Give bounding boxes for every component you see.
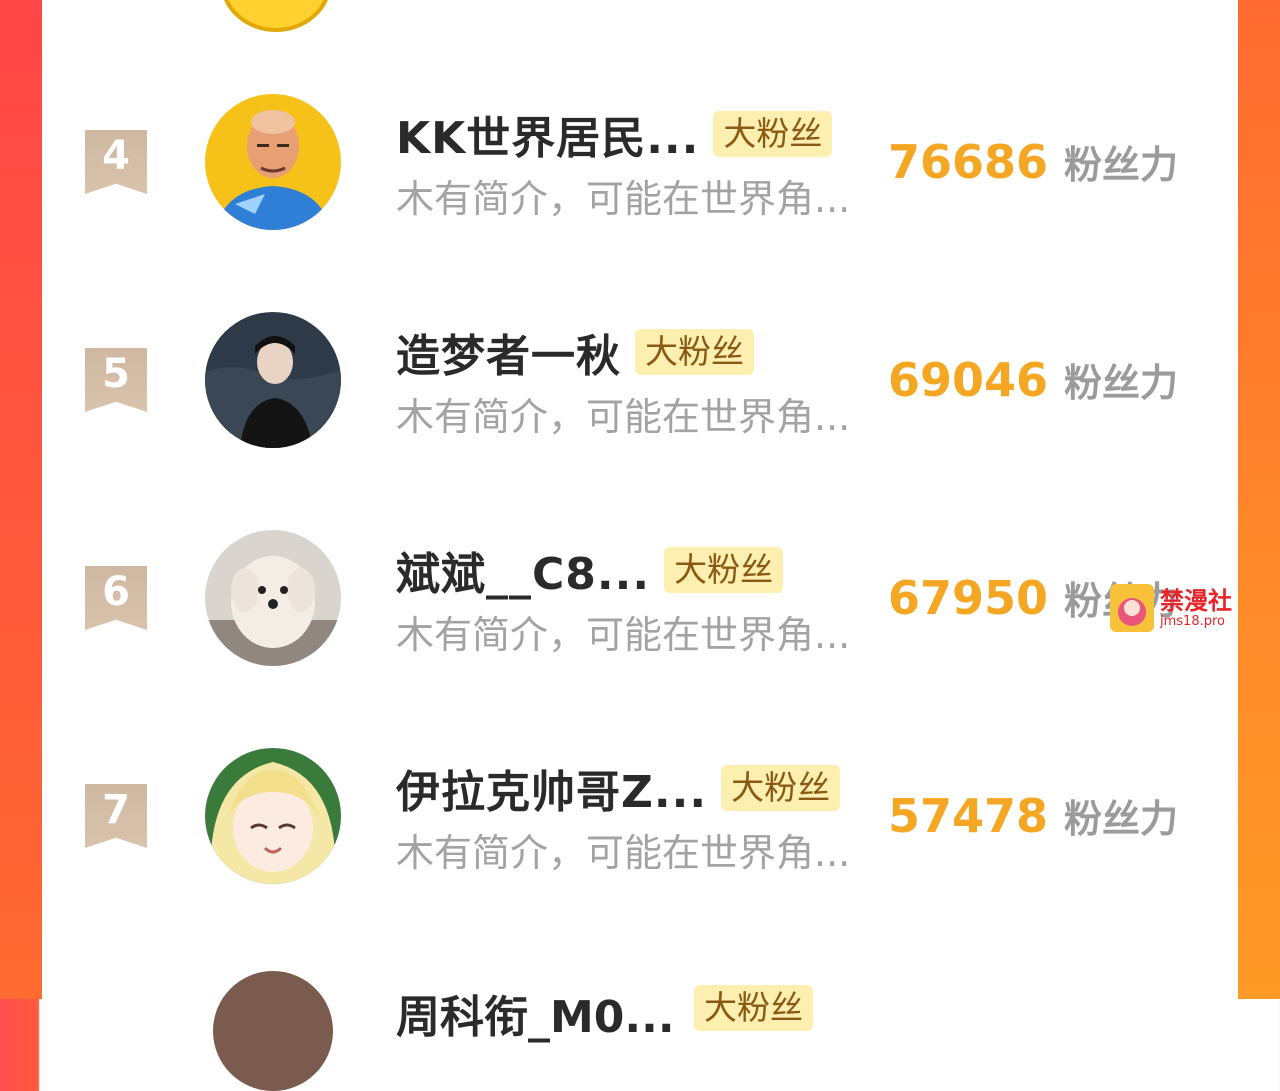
bald-man-avatar-image — [205, 94, 341, 230]
fan-badge: 大粉丝 — [721, 765, 841, 811]
user-intro: 木有简介，可能在世界角... — [396, 613, 851, 657]
name-line: KK世界居民... 大粉丝 — [396, 106, 833, 164]
leaderboard-row-partial[interactable]: 周科衔_M0... 大粉丝 — [42, 965, 1238, 1091]
watermark-url: jms18.pro — [1160, 614, 1225, 629]
score-unit: 粉丝力 — [1064, 143, 1179, 187]
score-value: 69046 — [888, 353, 1049, 407]
user-intro: 木有简介，可能在世界角... — [396, 831, 851, 875]
score-unit: 粉丝力 — [1064, 797, 1179, 841]
rank-number: 7 — [102, 787, 130, 833]
name-line: 造梦者一秋 大粉丝 — [396, 324, 754, 382]
user-name[interactable]: 伊拉克帅哥Z... — [396, 756, 707, 820]
user-name[interactable]: 斌斌__C8... — [396, 538, 650, 602]
score-unit: 粉丝力 — [1064, 361, 1179, 405]
user-name[interactable]: 周科衔_M0... — [396, 981, 675, 1045]
fan-badge: 大粉丝 — [664, 547, 784, 593]
avatar[interactable] — [213, 971, 333, 1091]
avatar[interactable] — [205, 530, 341, 666]
user-name[interactable]: 造梦者一秋 — [396, 320, 621, 384]
rank-number: 4 — [102, 133, 130, 179]
right-edge-gradient — [1238, 0, 1280, 999]
name-line: 斌斌__C8... 大粉丝 — [396, 542, 784, 600]
man-black-coat-avatar-image — [205, 312, 341, 448]
rank-flag: 4 — [85, 130, 147, 194]
leaderboard-row[interactable]: 6 斌斌__C8... 大粉丝 木有简介，可能在世界角... 67950 粉丝力 — [42, 518, 1238, 698]
rank-flag: 6 — [85, 566, 147, 630]
fan-badge: 大粉丝 — [635, 329, 754, 375]
avatar[interactable] — [205, 748, 341, 884]
rank-flag: 7 — [85, 784, 147, 848]
avatar[interactable] — [205, 312, 341, 448]
fan-score: 69046 粉丝力 — [888, 352, 1178, 407]
fan-score: 76686 粉丝力 — [888, 134, 1178, 189]
rank-number: 6 — [102, 569, 130, 615]
user-intro: 木有简介，可能在世界角... — [396, 395, 851, 439]
leaderboard-panel: 4 KK世界居民... 大粉丝 木有简介，可能在世界角... 76686 粉丝力 — [42, 0, 1238, 1091]
rank-number: 5 — [102, 351, 130, 397]
leaderboard-row[interactable]: 4 KK世界居民... 大粉丝 木有简介，可能在世界角... 76686 粉丝力 — [42, 82, 1238, 262]
score-value: 57478 — [888, 789, 1049, 843]
user-name[interactable]: KK世界居民... — [396, 102, 699, 166]
watermark-logo-icon — [1110, 584, 1154, 632]
score-value: 76686 — [888, 135, 1049, 189]
leaderboard-row[interactable]: 5 造梦者一秋 大粉丝 木有简介，可能在世界角... 69046 粉丝力 — [42, 300, 1238, 480]
name-line: 伊拉克帅哥Z... 大粉丝 — [396, 760, 841, 818]
rank-flag: 5 — [85, 348, 147, 412]
white-dog-avatar-image — [205, 530, 341, 666]
watermark: 禁漫社 jms18.pro — [1108, 580, 1254, 636]
fan-score: 57478 粉丝力 — [888, 788, 1178, 843]
score-value: 67950 — [888, 571, 1049, 625]
avatar[interactable] — [205, 94, 341, 230]
leaderboard-row[interactable]: 7 伊拉克帅哥Z... 大粉丝 木有简介，可能在世界角... 57478 粉丝力 — [42, 736, 1238, 916]
anime-girl-avatar-image — [205, 748, 341, 884]
avatar-rank-3-partial — [220, 0, 332, 32]
watermark-title: 禁漫社 — [1160, 587, 1232, 615]
fan-badge: 大粉丝 — [694, 985, 813, 1031]
fan-badge: 大粉丝 — [713, 111, 833, 157]
user-intro: 木有简介，可能在世界角... — [396, 177, 851, 221]
left-edge-gradient — [0, 0, 42, 999]
